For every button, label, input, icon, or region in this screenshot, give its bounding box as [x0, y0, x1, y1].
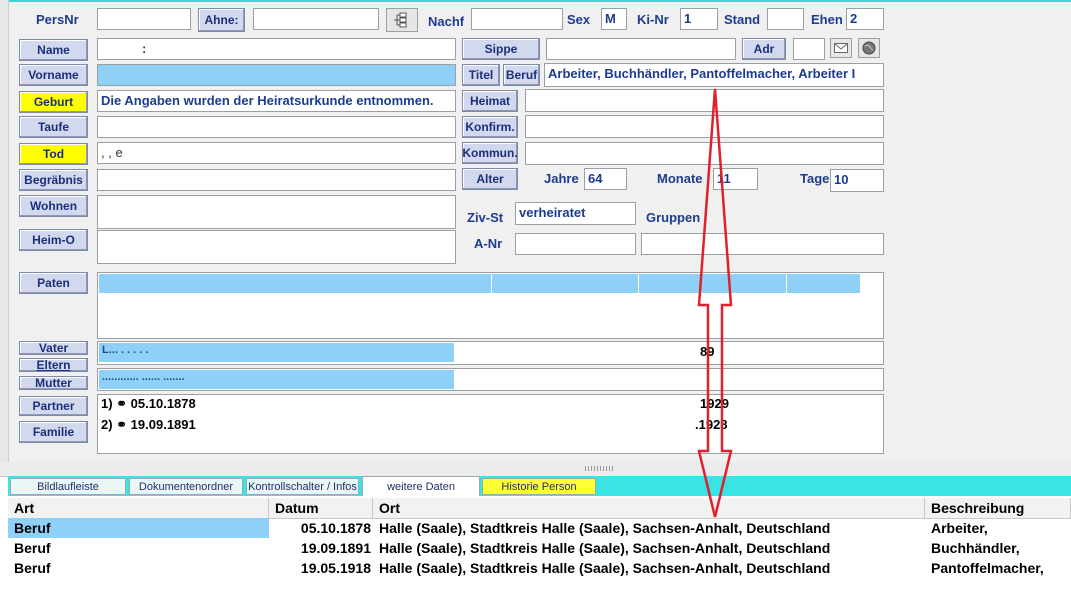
red-double-arrow-annotation: [697, 88, 733, 518]
